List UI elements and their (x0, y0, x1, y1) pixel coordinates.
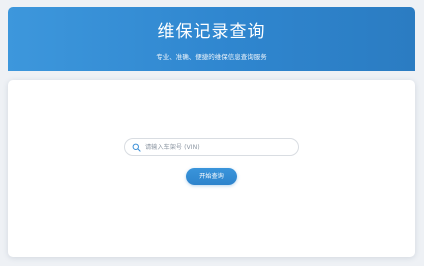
page-header: 维保记录查询 专业、准确、便捷的维保信息查询服务 (8, 7, 415, 71)
vin-search-input[interactable] (145, 140, 295, 154)
page-title: 维保记录查询 (157, 22, 266, 42)
search-panel: 开始查询 (8, 80, 415, 257)
search-icon (132, 143, 141, 152)
start-query-button[interactable]: 开始查询 (186, 168, 237, 185)
vin-search-box[interactable] (124, 138, 299, 156)
page-subtitle: 专业、准确、便捷的维保信息查询服务 (156, 53, 267, 61)
